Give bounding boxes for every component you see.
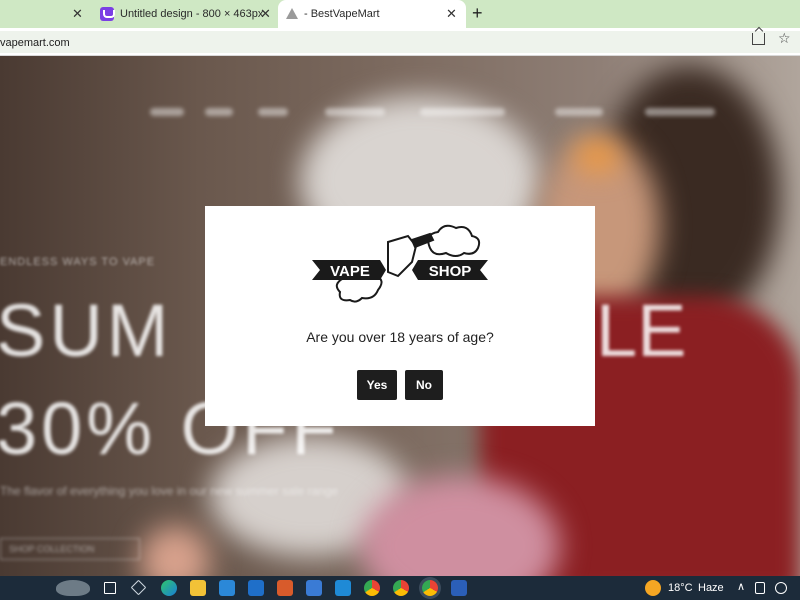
browser-toolbar: vapemart.com ☆ [0,28,800,56]
tab-title: Untitled design - 800 × 463px [120,8,264,20]
tab-close-icon[interactable]: ✕ [260,6,271,22]
tab-title: - BestVapeMart [304,8,380,20]
nav-item[interactable] [205,108,233,116]
chrome-icon-2[interactable] [393,580,409,596]
nav-item[interactable] [555,108,603,116]
website-favicon [286,8,298,19]
tab-close-icon[interactable]: ✕ [72,6,83,22]
weather-icon[interactable] [645,580,661,596]
chrome-icon[interactable] [364,580,380,596]
hand [140,526,210,576]
hero-shop-button[interactable]: SHOP COLLECTION [0,538,140,560]
nav-item[interactable] [420,108,505,116]
tab-bestvapemart[interactable]: - BestVapeMart ✕ [278,0,466,28]
hero-button-label: SHOP COLLECTION [9,544,95,554]
task-view-icon[interactable] [104,582,116,594]
new-tab-button[interactable]: + [472,3,483,24]
logo-text-shop: SHOP [429,263,472,280]
url-text[interactable]: vapemart.com [0,37,70,49]
hero-kicker: ENDLESS WAYS TO VAPE [0,256,156,268]
nav-item[interactable] [258,108,288,116]
design-app-icon [100,7,115,21]
age-question: Are you over 18 years of age? [306,329,494,345]
share-icon[interactable] [752,33,765,45]
3d-viewer-icon[interactable] [130,579,147,596]
edge-icon[interactable] [161,580,177,596]
store-icon[interactable] [219,580,235,596]
app-icon[interactable] [306,580,322,596]
age-verification-modal: VAPE SHOP Are you over 18 years of age? … [205,206,595,426]
logo-text-vape: VAPE [330,263,370,280]
mail-icon[interactable] [248,580,264,596]
vscode-icon[interactable] [335,580,351,596]
tab-previous[interactable]: ✕ [0,0,90,28]
paint-icon[interactable] [277,580,293,596]
nav-item[interactable] [150,108,184,116]
tray-icon-2[interactable] [775,582,787,594]
no-button[interactable]: No [405,370,443,400]
nav-item[interactable] [325,108,385,116]
hero-subtitle: The flavor of everything you love in our… [0,484,339,498]
hero-headline: SUM [0,289,173,372]
sunglasses [575,141,620,171]
windows-taskbar: 18°C Haze ∧ [0,576,800,600]
tray-chevron-icon[interactable]: ∧ [737,580,745,593]
bookmark-star-icon[interactable]: ☆ [778,30,791,47]
yes-button[interactable]: Yes [357,370,397,400]
nav-item[interactable] [645,108,715,116]
manatee-icon[interactable] [56,580,90,596]
tab-untitled-design[interactable]: Untitled design - 800 × 463px ✕ [90,0,278,28]
tab-close-icon[interactable]: ✕ [446,6,457,22]
chrome-icon-3[interactable] [422,580,438,596]
hero-headline-end: LE [596,289,687,372]
tray-icon[interactable] [755,582,765,594]
word-icon[interactable] [451,580,467,596]
weather-condition[interactable]: Haze [698,582,724,594]
file-explorer-icon[interactable] [190,580,206,596]
temperature[interactable]: 18°C [668,582,693,594]
browser-tabstrip: ✕ Untitled design - 800 × 463px ✕ - Best… [0,0,800,28]
address-bar[interactable]: vapemart.com [0,31,800,53]
vape-shop-logo: VAPE SHOP [312,224,488,303]
